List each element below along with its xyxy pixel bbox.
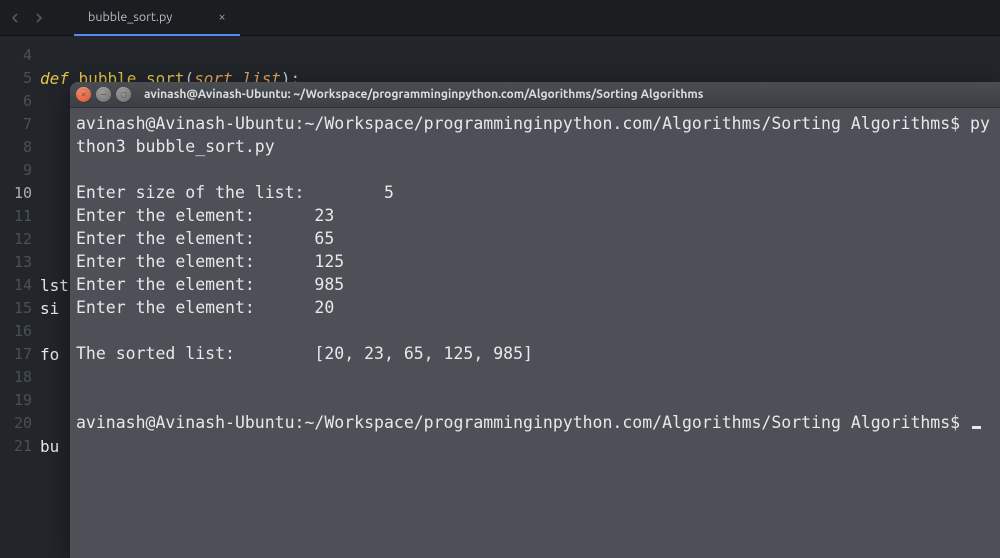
line-number: 21	[0, 435, 32, 458]
line-number: 11	[0, 205, 32, 228]
line-number: 16	[0, 320, 32, 343]
keyword-def: def	[40, 69, 69, 88]
line-number: 13	[0, 251, 32, 274]
nav-back-icon[interactable]	[6, 9, 24, 27]
tab-filename: bubble_sort.py	[88, 10, 172, 24]
line-number: 17	[0, 343, 32, 366]
line-number: 14	[0, 274, 32, 297]
code-line-20: bu	[40, 437, 59, 456]
line-number: 9	[0, 159, 32, 182]
line-number: 8	[0, 136, 32, 159]
terminal-title: avinash@Avinash-Ubuntu: ~/Workspace/prog…	[144, 88, 703, 101]
line-number: 19	[0, 389, 32, 412]
code-line-13: lst	[40, 276, 69, 295]
code-line-16: fo	[40, 345, 59, 364]
nav-forward-icon[interactable]	[30, 9, 48, 27]
line-number: 15	[0, 297, 32, 320]
line-number: 20	[0, 412, 32, 435]
close-icon[interactable]: ×	[218, 10, 225, 24]
line-number-gutter: 456789101112131415161718192021	[0, 36, 40, 558]
terminal-cursor	[972, 426, 981, 429]
line-number: 5	[0, 67, 32, 90]
terminal-body[interactable]: avinash@Avinash-Ubuntu:~/Workspace/progr…	[70, 108, 1000, 558]
window-maximize-icon[interactable]: ▢	[116, 87, 131, 102]
code-line-14: si	[40, 299, 59, 318]
line-number: 4	[0, 44, 32, 67]
window-minimize-icon[interactable]: –	[96, 87, 111, 102]
line-number: 18	[0, 366, 32, 389]
tab-bubble-sort[interactable]: bubble_sort.py ×	[74, 0, 240, 36]
terminal-window[interactable]: ✕ – ▢ avinash@Avinash-Ubuntu: ~/Workspac…	[70, 82, 1000, 558]
window-close-icon[interactable]: ✕	[76, 87, 91, 102]
line-number: 7	[0, 113, 32, 136]
line-number: 12	[0, 228, 32, 251]
line-number: 10	[0, 182, 32, 205]
line-number: 6	[0, 90, 32, 113]
editor-topbar: bubble_sort.py ×	[0, 0, 1000, 36]
terminal-titlebar[interactable]: ✕ – ▢ avinash@Avinash-Ubuntu: ~/Workspac…	[70, 82, 1000, 108]
